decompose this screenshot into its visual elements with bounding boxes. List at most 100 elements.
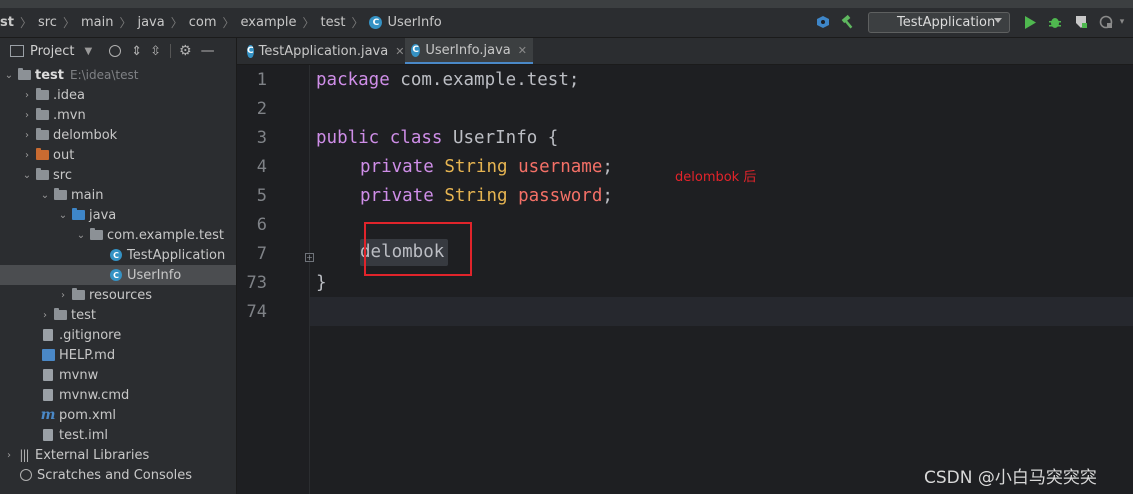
tree-item[interactable]: Scratches and Consoles [0, 465, 236, 485]
chevron-right-icon: 〉 [222, 16, 235, 30]
tree-item[interactable]: ⌄ java [0, 205, 236, 225]
markdown-file-icon [41, 348, 55, 362]
tree-root[interactable]: ⌄ test E:\idea\test [0, 65, 236, 85]
watermark: CSDN @小白马突突突 [924, 468, 1097, 488]
tree-item[interactable]: ⌄ main [0, 185, 236, 205]
expand-all-icon[interactable]: ⇕ [131, 44, 142, 59]
breadcrumb-item[interactable]: com [189, 15, 217, 30]
tree-item[interactable]: › .mvn [0, 105, 236, 125]
tree-item[interactable]: › out [0, 145, 236, 165]
run-icon[interactable] [1022, 14, 1038, 30]
breadcrumb-item[interactable]: UserInfo [387, 15, 441, 30]
breadcrumb-item[interactable]: test [321, 15, 346, 30]
spring-boot-class-icon: C [109, 248, 123, 262]
breadcrumb-item[interactable]: src [38, 15, 57, 30]
folder-icon [35, 128, 49, 142]
code-line-1: package com.example.test; [316, 70, 580, 90]
tree-label: main [71, 187, 104, 203]
tree-label: .mvn [53, 107, 86, 123]
profile-icon[interactable] [1098, 14, 1114, 30]
folder-icon [53, 188, 67, 202]
tree-item[interactable]: › test [0, 305, 236, 325]
scratches-icon [19, 468, 33, 482]
fold-expand-icon[interactable]: + [305, 253, 314, 262]
editor-tabs: C TestApplication.java ✕ C UserInfo.java… [237, 38, 1133, 65]
tree-item[interactable]: mvnw.cmd [0, 385, 236, 405]
locate-target-icon[interactable] [109, 45, 122, 57]
tree-item[interactable]: ⌄ com.example.test [0, 225, 236, 245]
gitignore-file-icon [41, 328, 55, 342]
tree-item[interactable]: HELP.md [0, 345, 236, 365]
line-number: 2 [256, 99, 267, 119]
project-view-select[interactable]: Project [30, 44, 74, 59]
code-editor[interactable]: 1 2 3 4 5 6 7 73 74 + package com.exampl… [237, 65, 1133, 494]
title-strip [0, 0, 1133, 8]
code-line-3: public class UserInfo { [316, 128, 559, 148]
package-icon [89, 228, 103, 242]
tab-label: UserInfo.java [425, 42, 511, 58]
line-number: 74 [246, 302, 267, 322]
tree-label: test [35, 67, 64, 83]
more-arrow-icon[interactable]: ▾ [1117, 14, 1127, 30]
minimize-icon[interactable]: — [201, 43, 215, 59]
tree-label: test.iml [59, 427, 108, 443]
chevron-right-icon: 〉 [19, 16, 32, 30]
project-view-icon [10, 45, 24, 57]
chevron-right-icon: 〉 [62, 16, 75, 30]
line-number: 6 [256, 215, 267, 235]
chevron-right-icon: 〉 [302, 16, 315, 30]
module-folder-icon [17, 68, 31, 82]
excluded-folder-icon [35, 148, 49, 162]
tree-item[interactable]: .gitignore [0, 325, 236, 345]
class-icon: C [369, 16, 383, 29]
tree-label: resources [89, 287, 153, 303]
tree-item-selected[interactable]: C UserInfo [0, 265, 236, 285]
tab-label: TestApplication.java [258, 43, 389, 59]
breadcrumb-item[interactable]: example [241, 15, 297, 30]
tree-item[interactable]: › ||| External Libraries [0, 445, 236, 465]
tree-item[interactable]: mvnw [0, 365, 236, 385]
chevron-right-icon: › [25, 149, 29, 161]
folder-icon [35, 108, 49, 122]
close-icon[interactable]: ✕ [518, 44, 527, 57]
collapse-all-icon[interactable]: ⇳ [150, 44, 161, 59]
tab-userinfo[interactable]: C UserInfo.java ✕ [405, 38, 533, 64]
tree-item[interactable]: ⌄ src [0, 165, 236, 185]
gear-icon[interactable]: ⚙ [179, 43, 192, 59]
debug-icon[interactable] [1047, 14, 1063, 30]
chevron-right-icon: › [7, 449, 11, 461]
coverage-icon[interactable] [1073, 14, 1089, 30]
divider [170, 44, 171, 58]
tree-item[interactable]: m pom.xml [0, 405, 236, 425]
tree-item[interactable]: test.iml [0, 425, 236, 445]
project-panel: Project ▼ ⇕ ⇳ ⚙ — ⌄ test E:\idea\test › … [0, 38, 237, 494]
tree-label: java [89, 207, 117, 223]
breadcrumb-item[interactable]: main [81, 15, 113, 30]
chevron-down-icon [994, 18, 1002, 23]
chevron-down-icon: ⌄ [4, 69, 14, 81]
run-configuration-select[interactable]: TestApplication [868, 12, 1010, 33]
close-icon[interactable]: ✕ [395, 45, 404, 58]
tab-testapplication[interactable]: C TestApplication.java ✕ [241, 38, 405, 64]
chevron-right-icon: › [61, 289, 65, 301]
tree-item[interactable]: C TestApplication [0, 245, 236, 265]
source-folder-icon [71, 208, 85, 222]
chevron-down-icon: ⌄ [58, 209, 68, 221]
run-configuration-label: TestApplication [897, 15, 996, 30]
gradle-sync-icon[interactable] [815, 14, 831, 30]
build-hammer-icon[interactable] [840, 14, 856, 30]
breadcrumb-item[interactable]: java [137, 15, 164, 30]
tree-item[interactable]: › .idea [0, 85, 236, 105]
folder-icon [35, 168, 49, 182]
chevron-down-icon[interactable]: ▼ [84, 46, 92, 57]
module-file-icon [41, 428, 55, 442]
tree-label: delombok [53, 127, 118, 143]
class-icon: C [109, 268, 123, 282]
breadcrumb-item[interactable]: st [0, 15, 14, 30]
tree-item[interactable]: › resources [0, 285, 236, 305]
tree-item[interactable]: › delombok [0, 125, 236, 145]
resources-folder-icon [71, 288, 85, 302]
chevron-right-icon: 〉 [119, 16, 132, 30]
text-file-icon [41, 388, 55, 402]
annotation-highlight-box [364, 222, 472, 276]
